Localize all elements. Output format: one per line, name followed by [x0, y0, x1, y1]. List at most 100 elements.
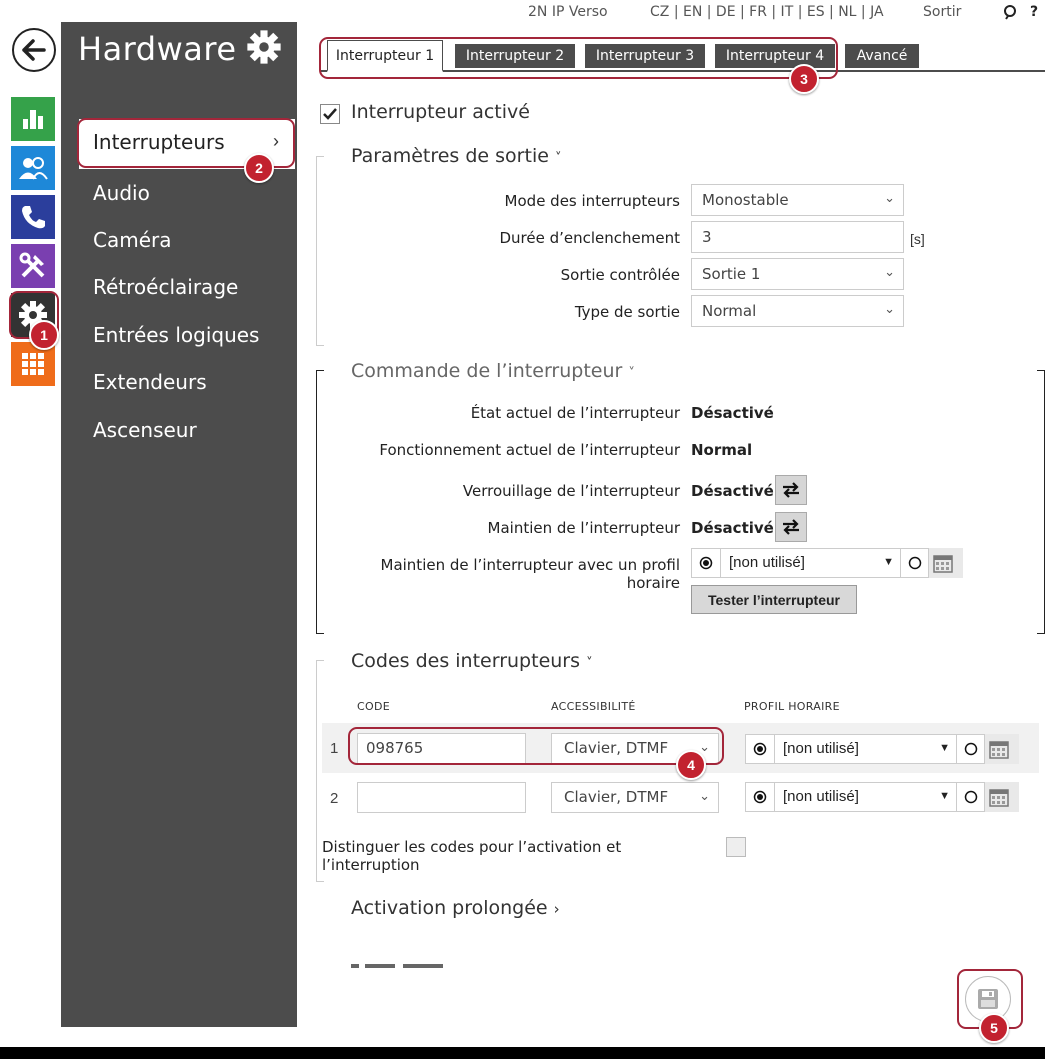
radio-unselected-icon[interactable] — [901, 548, 929, 578]
chevron-down-icon: ˅ — [628, 366, 635, 381]
hold-value: Désactivé — [691, 519, 774, 537]
logout-link[interactable]: Sortir — [923, 4, 961, 20]
access-select[interactable]: Clavier, DTMF ⌄ — [551, 782, 719, 813]
step-badge-2: 2 — [244, 153, 274, 183]
swap-arrows-icon — [783, 519, 799, 535]
device-name: 2N IP Verso — [528, 4, 608, 20]
chevron-down-icon: ˅ — [554, 151, 562, 166]
sidebar-item-audio[interactable]: Audio — [93, 181, 150, 205]
sidebar-item-camera[interactable]: Caméra — [93, 228, 172, 252]
distinguish-checkbox[interactable] — [726, 837, 746, 857]
duration-input[interactable]: 3 — [691, 221, 904, 253]
code-profile-picker: [non utilisé] ▼ — [745, 734, 1019, 764]
hold-profile-picker: [non utilisé] ▼ — [691, 548, 963, 578]
row-number: 2 — [330, 790, 339, 807]
chevron-down-icon: ˅ — [586, 656, 593, 671]
bottom-edge — [0, 1047, 1045, 1059]
tools-icon — [19, 252, 45, 278]
grid-icon — [22, 353, 44, 375]
lock-toggle-button[interactable] — [775, 475, 807, 505]
radio-selected-icon[interactable] — [745, 782, 775, 812]
type-label: Type de sortie — [574, 303, 680, 321]
directory-nav-button[interactable] — [11, 146, 55, 190]
operation-value: Normal — [691, 441, 753, 459]
distinguish-label: Distinguer les codes pour l’activation e… — [322, 838, 622, 874]
code-input[interactable] — [357, 782, 526, 813]
step-badge-3: 3 — [789, 64, 819, 94]
hold-profile-label: Maintien de l’interrupteur avec un profi… — [380, 556, 681, 592]
calendar-icon[interactable] — [929, 548, 957, 578]
duration-unit: [s] — [910, 231, 925, 247]
highlight-tabs — [319, 37, 838, 79]
code-profile-select[interactable]: [non utilisé] ▼ — [775, 734, 957, 764]
next-section-partial — [351, 962, 481, 974]
sidebar-item-extenders[interactable]: Extendeurs — [93, 370, 207, 394]
step-badge-5: 5 — [979, 1013, 1009, 1043]
swap-arrows-icon — [783, 482, 799, 498]
step-badge-4: 4 — [676, 750, 706, 780]
chevron-down-icon: ⌄ — [699, 789, 710, 804]
mode-select[interactable]: Monostable ⌄ — [691, 184, 904, 216]
help-icon[interactable]: ? — [1030, 4, 1038, 20]
section-title-codes[interactable]: Codes des interrupteurs ˅ — [351, 650, 593, 672]
chevron-down-icon: ⌄ — [884, 191, 895, 206]
section-bracket — [316, 156, 324, 346]
status-nav-button[interactable] — [11, 97, 55, 141]
dropdown-arrow-icon: ▼ — [939, 742, 950, 754]
switch-enabled-checkbox[interactable] — [320, 104, 340, 124]
type-select[interactable]: Normal ⌄ — [691, 295, 904, 327]
section-bracket — [316, 370, 324, 634]
output-select[interactable]: Sortie 1 ⌄ — [691, 258, 904, 290]
hold-label: Maintien de l’interrupteur — [487, 519, 680, 537]
calls-nav-button[interactable] — [11, 195, 55, 239]
back-arrow-icon — [22, 39, 46, 61]
chevron-right-icon: › — [553, 900, 560, 918]
radio-selected-icon[interactable] — [691, 548, 721, 578]
highlight-code-row — [348, 727, 724, 765]
phone-icon — [22, 206, 45, 229]
sidebar-item-backlight[interactable]: Rétroéclairage — [93, 275, 238, 299]
step-badge-1: 1 — [29, 320, 59, 350]
sidebar-title: Hardware — [78, 30, 237, 68]
col-header-code: CODE — [357, 700, 390, 713]
state-value: Désactivé — [691, 404, 774, 422]
checkmark-icon — [323, 108, 337, 120]
sidebar-item-elevator[interactable]: Ascenseur — [93, 418, 197, 442]
row-number: 1 — [330, 740, 339, 757]
switch-enabled-label: Interrupteur activé — [351, 101, 530, 123]
test-switch-button[interactable]: Tester l’interrupteur — [691, 585, 857, 614]
section-title-control[interactable]: Commande de l’interrupteur ˅ — [351, 360, 635, 382]
lock-label: Verrouillage de l’interrupteur — [462, 482, 680, 500]
tab-avance[interactable]: Avancé — [845, 44, 919, 68]
state-label: État actuel de l’interrupteur — [470, 404, 680, 422]
hold-toggle-button[interactable] — [775, 512, 807, 542]
lock-value: Désactivé — [691, 482, 774, 500]
chevron-down-icon: ⌄ — [884, 302, 895, 317]
mode-label: Mode des interrupteurs — [504, 192, 680, 210]
users-icon — [19, 157, 48, 180]
services-nav-button[interactable] — [11, 244, 55, 288]
dropdown-arrow-icon: ▼ — [883, 556, 894, 568]
icon-rail — [0, 0, 60, 1059]
calendar-icon[interactable] — [985, 782, 1013, 812]
sidebar-item-logical-inputs[interactable]: Entrées logiques — [93, 323, 259, 347]
section-bracket-right — [1037, 370, 1045, 634]
section-title-output[interactable]: Paramètres de sortie ˅ — [351, 145, 561, 167]
language-selector[interactable]: CZ | EN | DE | FR | IT | ES | NL | JA — [650, 4, 884, 20]
chart-icon — [23, 110, 43, 129]
output-label: Sortie contrôlée — [560, 266, 680, 284]
search-icon[interactable] — [1002, 4, 1018, 20]
code-profile-select[interactable]: [non utilisé] ▼ — [775, 782, 957, 812]
section-title-extended[interactable]: Activation prolongée › — [351, 897, 560, 919]
calendar-icon[interactable] — [985, 734, 1013, 764]
back-button[interactable] — [12, 28, 56, 72]
dropdown-arrow-icon: ▼ — [939, 790, 950, 802]
col-header-access: ACCESSIBILITÉ — [551, 700, 636, 713]
radio-selected-icon[interactable] — [745, 734, 775, 764]
settings-gear-icon — [247, 30, 281, 64]
hold-profile-select[interactable]: [non utilisé] ▼ — [721, 548, 901, 578]
duration-label: Durée d’enclenchement — [499, 229, 680, 247]
radio-unselected-icon[interactable] — [957, 782, 985, 812]
radio-unselected-icon[interactable] — [957, 734, 985, 764]
col-header-profile: PROFIL HORAIRE — [744, 700, 840, 713]
